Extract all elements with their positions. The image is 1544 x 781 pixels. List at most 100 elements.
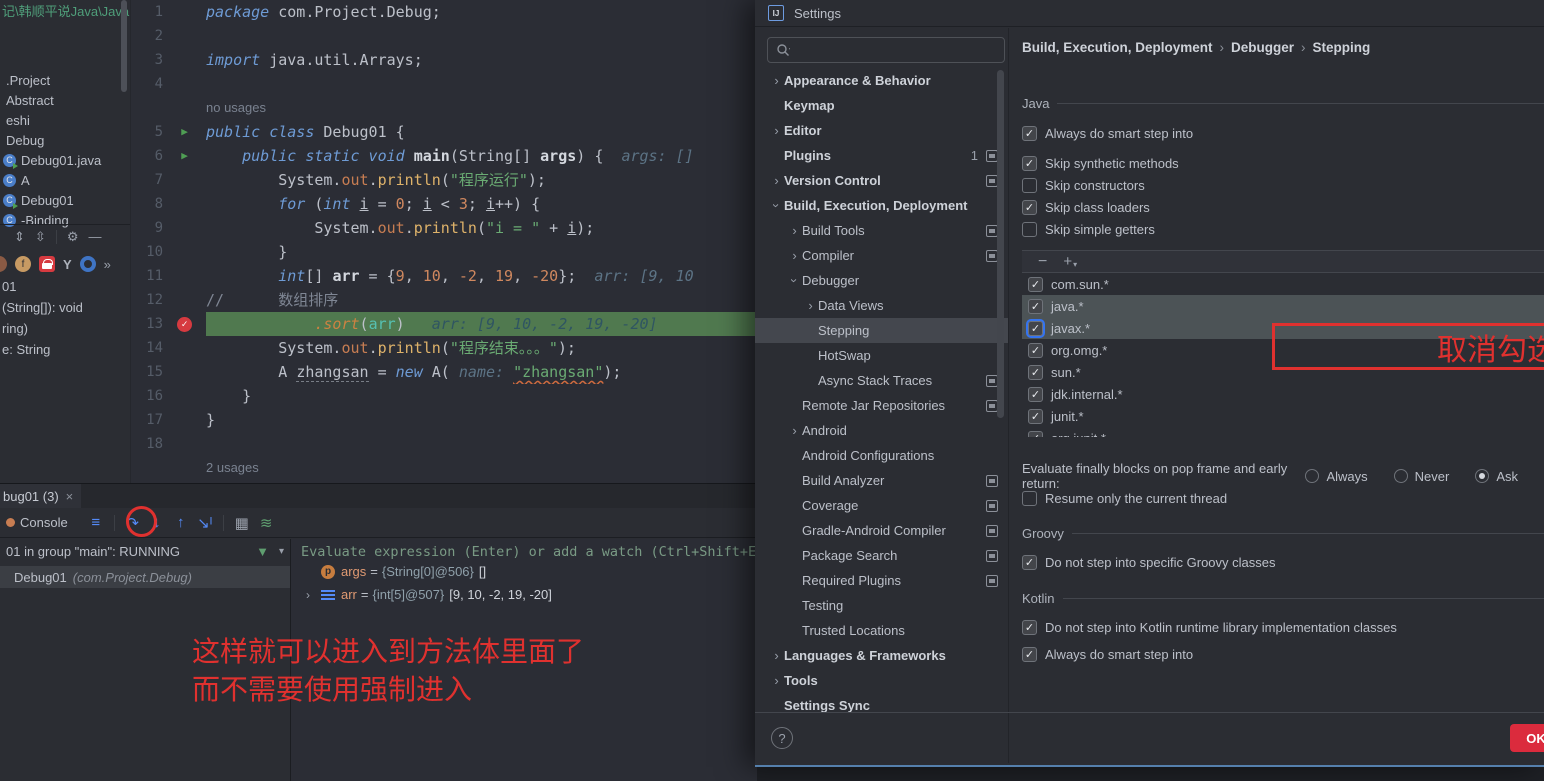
- code-line[interactable]: 16 }: [131, 384, 757, 408]
- console-tab[interactable]: Console: [20, 515, 68, 530]
- breadcrumb-item[interactable]: Build, Execution, Deployment: [1022, 40, 1213, 55]
- code-line[interactable]: 1package com.Project.Debug;: [131, 0, 757, 24]
- settings-tree-item[interactable]: Trusted Locations: [755, 618, 1008, 643]
- settings-gear-icon[interactable]: ⚙: [67, 229, 79, 245]
- settings-tree-item[interactable]: Build Analyzer: [755, 468, 1008, 493]
- sort-visibility-icon[interactable]: Y: [63, 257, 72, 272]
- settings-tree-item[interactable]: Coverage: [755, 493, 1008, 518]
- structure-item[interactable]: 01: [0, 276, 130, 297]
- code-line[interactable]: 15 A zhangsan = new A( name: "zhangsan")…: [131, 360, 757, 384]
- collapse-all-icon[interactable]: ⇳: [35, 229, 46, 245]
- watch-input[interactable]: Evaluate expression (Enter) or add a wat…: [291, 539, 757, 560]
- code-line[interactable]: 5▶public class Debug01 {: [131, 120, 757, 144]
- run-to-cursor-icon[interactable]: ↘ᴵ: [193, 514, 217, 532]
- chevron-collapsed-icon[interactable]: ›: [787, 423, 802, 438]
- java-option-checkbox[interactable]: [1022, 222, 1037, 237]
- f-circle-icon[interactable]: f: [15, 256, 31, 272]
- code-editor[interactable]: 1package com.Project.Debug;23import java…: [130, 0, 757, 483]
- class-pattern-checkbox[interactable]: ✓: [1028, 277, 1043, 292]
- run-icon[interactable]: ▶: [181, 120, 188, 144]
- project-tree-item[interactable]: CA: [0, 170, 130, 190]
- settings-tree-item[interactable]: Async Stack Traces: [755, 368, 1008, 393]
- filter-funnel-icon[interactable]: ▼: [256, 544, 269, 559]
- class-pattern-row[interactable]: ✓junit.*: [1022, 405, 1544, 427]
- class-pattern-row[interactable]: ✓org.junit.*: [1022, 427, 1544, 437]
- structure-item[interactable]: ring): [0, 318, 130, 339]
- chevron-collapsed-icon[interactable]: ›: [769, 123, 784, 138]
- chevron-collapsed-icon[interactable]: ›: [787, 248, 802, 263]
- structure-item[interactable]: (String[]): void: [0, 297, 130, 318]
- evaluate-expression-icon[interactable]: ▦: [230, 514, 254, 532]
- mute-breakpoints-icon[interactable]: ≋: [254, 514, 278, 532]
- ok-button[interactable]: OK: [1510, 724, 1544, 752]
- settings-tree-item[interactable]: ›Android: [755, 418, 1008, 443]
- class-pattern-row[interactable]: ✓java.*: [1022, 295, 1544, 317]
- chevron-expanded-icon[interactable]: ›: [769, 198, 784, 213]
- chevron-collapsed-icon[interactable]: ›: [769, 173, 784, 188]
- breadcrumb-item[interactable]: Debugger: [1231, 40, 1294, 55]
- project-tree-item[interactable]: CDebug01.java: [0, 150, 130, 170]
- settings-tree-item[interactable]: ›Version Control: [755, 168, 1008, 193]
- chevron-collapsed-icon[interactable]: ›: [787, 223, 802, 238]
- java-option-checkbox[interactable]: [1022, 178, 1037, 193]
- code-line[interactable]: 6▶ public static void main(String[] args…: [131, 144, 757, 168]
- settings-tree-item[interactable]: ›Editor: [755, 118, 1008, 143]
- resume-option-checkbox[interactable]: [1022, 491, 1037, 506]
- settings-tree-item[interactable]: ›Languages & Frameworks: [755, 643, 1008, 668]
- chevron-collapsed-icon[interactable]: ›: [803, 298, 818, 313]
- project-tree-item[interactable]: eshi: [0, 110, 130, 130]
- radio-always[interactable]: [1305, 469, 1319, 483]
- java-option-checkbox[interactable]: ✓: [1022, 156, 1037, 171]
- code-line[interactable]: 4: [131, 72, 757, 96]
- frames-menu-icon[interactable]: ≡: [84, 514, 108, 531]
- settings-tree-item[interactable]: HotSwap: [755, 343, 1008, 368]
- field-icon[interactable]: [0, 256, 7, 272]
- class-pattern-row[interactable]: ✓jdk.internal.*: [1022, 383, 1544, 405]
- stack-frame-row[interactable]: Debug01 (com.Project.Debug): [0, 566, 290, 588]
- radio-never[interactable]: [1394, 469, 1408, 483]
- class-pattern-checkbox[interactable]: ✓: [1028, 387, 1043, 402]
- kotlin-option-checkbox[interactable]: ✓: [1022, 647, 1037, 662]
- class-pattern-row[interactable]: ✓com.sun.*: [1022, 273, 1544, 295]
- code-line[interactable]: 18: [131, 432, 757, 456]
- java-option-checkbox[interactable]: ✓: [1022, 126, 1037, 141]
- chevron-down-icon[interactable]: ▾: [279, 546, 284, 557]
- code-line[interactable]: 10 }: [131, 240, 757, 264]
- chevron-expanded-icon[interactable]: ›: [787, 273, 802, 288]
- code-line[interactable]: 8 for (int i = 0; i < 3; i++) {: [131, 192, 757, 216]
- settings-tree-item[interactable]: Stepping: [755, 318, 1008, 343]
- expand-chevron-icon[interactable]: ›: [301, 588, 315, 602]
- dialog-titlebar[interactable]: IJ Settings: [755, 0, 1544, 27]
- java-option-checkbox[interactable]: ✓: [1022, 200, 1037, 215]
- step-out-icon[interactable]: ↑: [169, 514, 193, 531]
- settings-tree-item[interactable]: ›Build, Execution, Deployment: [755, 193, 1008, 218]
- settings-tree-item[interactable]: ›Compiler: [755, 243, 1008, 268]
- settings-tree-item[interactable]: Keymap: [755, 93, 1008, 118]
- class-pattern-checkbox[interactable]: ✓: [1028, 343, 1043, 358]
- code-line[interactable]: 12// 数组排序: [131, 288, 757, 312]
- settings-tree-item[interactable]: Plugins1: [755, 143, 1008, 168]
- structure-item[interactable]: e: String: [0, 339, 130, 360]
- project-scrollbar[interactable]: [121, 0, 127, 92]
- code-line[interactable]: 11 int[] arr = {9, 10, -2, 19, -20}; arr…: [131, 264, 757, 288]
- code-line[interactable]: 9 System.out.println("i = " + i);: [131, 216, 757, 240]
- variable-row[interactable]: pargs={String[0]@506}[]: [291, 560, 757, 583]
- settings-tree-item[interactable]: Package Search: [755, 543, 1008, 568]
- code-line[interactable]: 17}: [131, 408, 757, 432]
- code-line[interactable]: 13✓ .sort(arr) arr: [9, 10, -2, 19, -20]: [131, 312, 757, 336]
- class-pattern-checkbox[interactable]: ✓: [1028, 431, 1043, 438]
- lock-icon[interactable]: [39, 256, 55, 272]
- project-tree-item[interactable]: Debug: [0, 130, 130, 150]
- settings-tree-item[interactable]: ›Appearance & Behavior: [755, 68, 1008, 93]
- class-pattern-checkbox[interactable]: ✓: [1028, 299, 1043, 314]
- chevron-collapsed-icon[interactable]: ›: [769, 648, 784, 663]
- remove-class-button[interactable]: −: [1038, 253, 1047, 271]
- settings-tree-item[interactable]: ›Build Tools: [755, 218, 1008, 243]
- hide-panel-icon[interactable]: —: [88, 229, 101, 244]
- settings-tree-item[interactable]: ›Tools: [755, 668, 1008, 693]
- code-line[interactable]: 14 System.out.println("程序结束。。。");: [131, 336, 757, 360]
- settings-tree-item[interactable]: ›Debugger: [755, 268, 1008, 293]
- settings-tree-item[interactable]: Remote Jar Repositories: [755, 393, 1008, 418]
- groovy-option-checkbox[interactable]: ✓: [1022, 555, 1037, 570]
- class-pattern-checkbox[interactable]: ✓: [1028, 409, 1043, 424]
